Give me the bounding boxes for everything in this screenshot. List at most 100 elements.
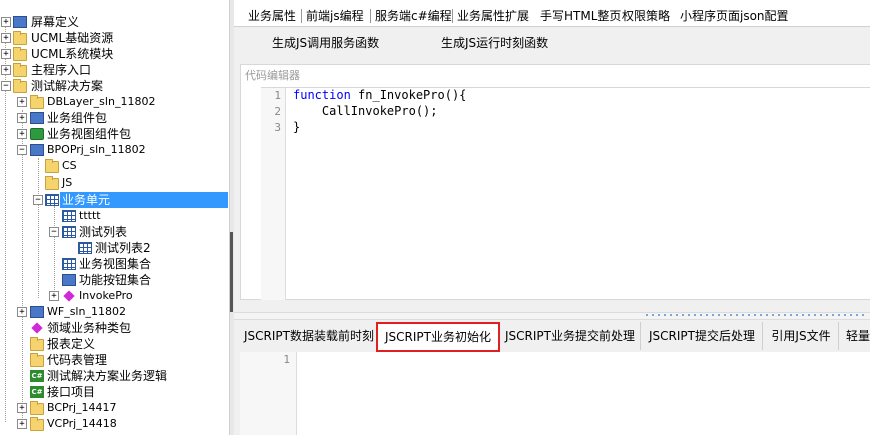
csharp-file-icon: C#: [30, 386, 44, 398]
tree-item-label: 测试解决方案业务逻辑: [47, 369, 168, 383]
tree-item-label: 测试列表2: [95, 241, 151, 255]
tree-connector: [22, 110, 23, 426]
tree-item-label: 业务组件包: [47, 111, 108, 125]
tab-js-after-submit[interactable]: JSCRIPT提交后处理: [642, 322, 763, 350]
code-editor[interactable]: 1 2 3 function fn_InvokePro(){ CallInvok…: [261, 87, 870, 300]
tree-connector: [38, 158, 39, 298]
folder-icon: [45, 159, 59, 173]
panel-splitter[interactable]: [234, 312, 870, 320]
tree-item-label: 报表定义: [47, 337, 96, 351]
db-folder-icon: [30, 95, 44, 109]
tree-item-label: UCML基础资源: [31, 31, 114, 45]
tree-item-label: 领域业务种类包: [47, 321, 132, 335]
tab-biz-property-ext[interactable]: 业务属性扩展: [457, 7, 529, 25]
code-editor-panel: 代码编辑器 1 2 3 function fn_InvokePro(){ Cal…: [240, 64, 870, 300]
gen-js-runtime-button[interactable]: 生成JS运行时刻函数: [441, 34, 548, 52]
expand-icon[interactable]: +: [17, 97, 27, 107]
tab-handwritten-html[interactable]: 手写HTML整页: [540, 7, 621, 25]
tree-item-label: ttttt: [79, 209, 101, 222]
project-folder-icon: [30, 417, 44, 431]
tree-item-label: UCML系统模块: [31, 47, 114, 61]
tab-separator: [452, 9, 453, 23]
table-icon: [45, 194, 59, 206]
line-gutter: 1 2 3: [261, 88, 286, 300]
tree-item-label: BPOPrj_sln_11802: [47, 143, 146, 156]
collapse-icon[interactable]: −: [17, 145, 27, 155]
line-number: 3: [274, 121, 281, 134]
tree-item-label: 业务视图组件包: [47, 127, 132, 141]
tree-item-label: 主程序入口: [31, 63, 92, 77]
component-icon: [30, 112, 44, 124]
view-set-icon: [62, 258, 76, 270]
solution-tree[interactable]: + 屏幕定义 + UCML基础资源 + UCML系统模块 + 主程序入口 − 测…: [0, 0, 229, 435]
expand-icon[interactable]: +: [17, 129, 27, 139]
project-folder-icon: [30, 401, 44, 415]
scrollbar-thumb[interactable]: [230, 232, 233, 312]
code-text: }: [293, 120, 301, 134]
expand-icon[interactable]: +: [1, 65, 11, 75]
tree-item-label: 业务单元: [60, 192, 228, 208]
buttons-icon: [62, 274, 76, 286]
tree-item-label: 业务视图集合: [79, 257, 152, 271]
tree-connector: [54, 206, 55, 296]
tree-item-label: JS: [62, 176, 73, 189]
tree-item-label: 测试列表: [79, 225, 128, 239]
collapse-icon[interactable]: −: [49, 227, 59, 237]
tree-item-label: 功能按钮集合: [79, 273, 152, 287]
line-number: 1: [274, 89, 281, 102]
line-number: 1: [283, 353, 290, 366]
tab-separator: [301, 9, 302, 23]
code-text: fn_InvokePro(){: [350, 88, 467, 102]
folder-icon: [13, 31, 27, 45]
expand-icon[interactable]: +: [1, 17, 11, 27]
tree-item-label: 测试解决方案: [31, 79, 104, 93]
folder-icon: [45, 176, 59, 190]
tab-server-csharp[interactable]: 服务端c#编程: [375, 7, 452, 25]
workflow-icon: [30, 306, 44, 318]
tab-js-biz-init[interactable]: JSCRIPT业务初始化: [376, 322, 500, 352]
tree-item-label: WF_sln_11802: [47, 305, 126, 318]
splitter-grip[interactable]: [646, 314, 866, 316]
view-component-icon: [30, 128, 44, 140]
code-line: function fn_InvokePro(){: [293, 88, 466, 102]
code-keyword: function: [293, 88, 351, 102]
main-panel: 业务属性 前端js编程 服务端c#编程 业务属性扩展 手写HTML整页 权限策略…: [234, 0, 870, 435]
expand-icon[interactable]: +: [17, 307, 27, 317]
tab-miniprogram-json[interactable]: 小程序页面json配置: [680, 7, 789, 25]
expand-icon[interactable]: +: [1, 49, 11, 59]
grid-icon: [78, 242, 92, 254]
tab-frontend-js[interactable]: 前端js编程: [306, 7, 364, 25]
line-number: 2: [274, 105, 281, 118]
tab-js-ref-files[interactable]: 引用JS文件: [764, 322, 839, 350]
tree-item-label: VCPrj_14418: [47, 417, 117, 430]
gen-js-service-button[interactable]: 生成JS调用服务函数: [272, 34, 379, 52]
expand-icon[interactable]: +: [1, 33, 11, 43]
tab-biz-properties[interactable]: 业务属性: [248, 7, 296, 25]
tree-item-label: BCPrj_14417: [47, 401, 117, 414]
toolbar: 生成JS调用服务函数 生成JS运行时刻函数: [234, 28, 870, 58]
tab-lightweight[interactable]: 轻量: [840, 322, 870, 350]
csharp-file-icon: C#: [30, 370, 44, 382]
tab-js-before-submit[interactable]: JSCRIPT业务提交前处理: [500, 322, 641, 350]
tab-js-before-load[interactable]: JSCRIPT数据装载前时刻: [240, 322, 379, 350]
expand-icon[interactable]: +: [17, 403, 27, 413]
collapse-icon[interactable]: −: [1, 81, 11, 91]
folder-icon: [13, 47, 27, 61]
top-tab-bar: 业务属性 前端js编程 服务端c#编程 业务属性扩展 手写HTML整页 权限策略…: [234, 0, 870, 27]
editor-title: 代码编辑器: [245, 69, 300, 82]
expand-icon[interactable]: +: [49, 291, 59, 301]
code-line: CallInvokePro();: [293, 104, 438, 118]
code-text: CallInvokePro();: [293, 104, 438, 118]
expand-icon[interactable]: +: [17, 419, 27, 429]
code-line: }: [293, 120, 300, 134]
method-icon: [63, 290, 75, 302]
grid-icon: [62, 226, 76, 238]
tree-item-label: InvokePro: [79, 289, 133, 302]
collapse-icon[interactable]: −: [33, 195, 43, 205]
solution-folder-icon: [13, 79, 27, 93]
line-gutter: 1: [240, 352, 297, 435]
expand-icon[interactable]: +: [17, 113, 27, 123]
bottom-code-editor[interactable]: 1: [240, 352, 870, 435]
tab-permission-policy[interactable]: 权限策略: [622, 7, 670, 25]
tab-separator: [370, 9, 371, 23]
